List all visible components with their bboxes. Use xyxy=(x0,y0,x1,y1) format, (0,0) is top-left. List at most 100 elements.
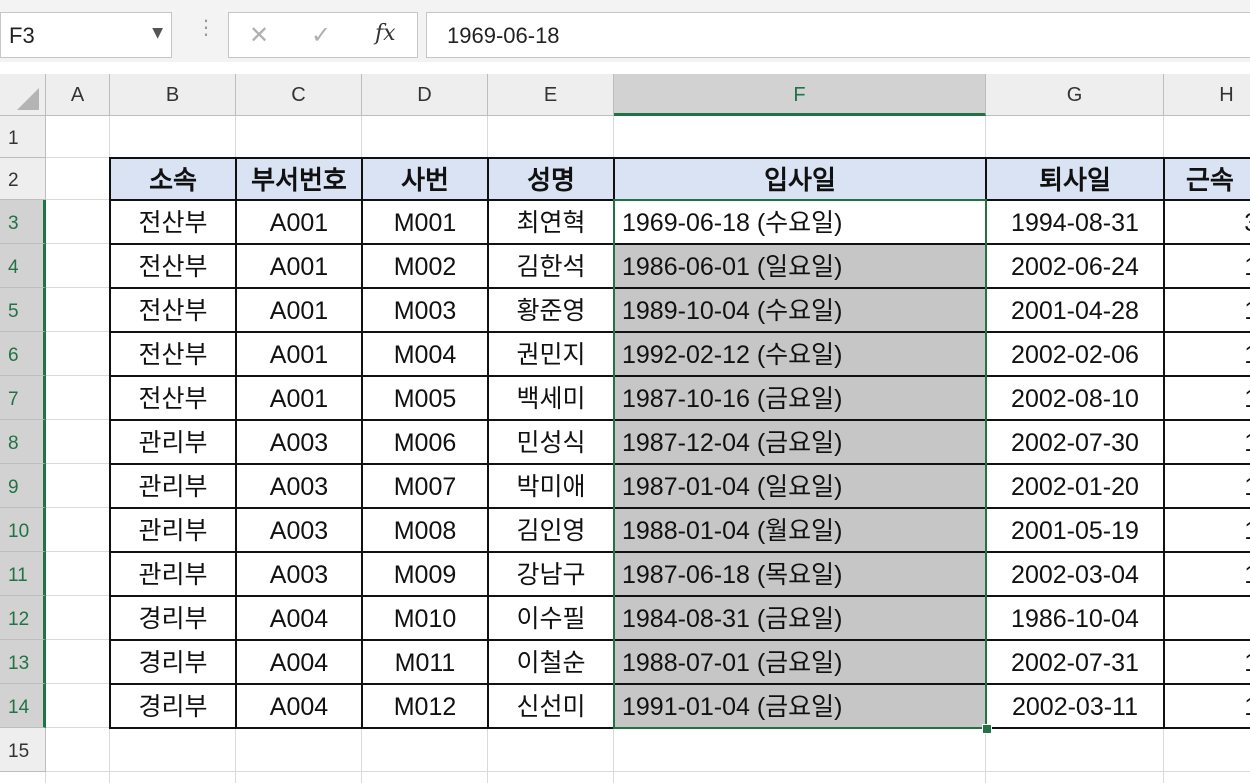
row-header-2[interactable]: 2 xyxy=(0,158,46,200)
table-cell[interactable]: 192 xyxy=(1164,244,1250,288)
table-cell[interactable]: A003 xyxy=(236,464,362,508)
table-cell[interactable]: 2002-06-24 xyxy=(986,244,1164,288)
table-cell[interactable]: 전산부 xyxy=(110,200,236,244)
table-cell[interactable]: 황준영 xyxy=(488,288,614,332)
row-header-11[interactable]: 11 xyxy=(0,552,46,596)
table-cell[interactable]: 1994-08-31 xyxy=(986,200,1164,244)
date-cell[interactable]: 1986-06-01 (일요일) xyxy=(614,244,986,288)
column-header-a[interactable]: A xyxy=(46,74,110,116)
column-header-d[interactable]: D xyxy=(362,74,488,116)
date-cell[interactable]: 1987-12-04 (금요일) xyxy=(614,420,986,464)
table-cell[interactable]: 177 xyxy=(1164,552,1250,596)
row-header-5[interactable]: 5 xyxy=(0,288,46,332)
table-cell[interactable]: 이수필 xyxy=(488,596,614,640)
date-cell[interactable]: 1989-10-04 (수요일) xyxy=(614,288,986,332)
table-cell[interactable]: M001 xyxy=(362,200,488,244)
row-header-10[interactable]: 10 xyxy=(0,508,46,552)
table-cell[interactable]: 2002-03-04 xyxy=(986,552,1164,596)
row-header-9[interactable]: 9 xyxy=(0,464,46,508)
table-cell[interactable]: 120 xyxy=(1164,332,1250,376)
table-cell[interactable]: 1986-10-04 xyxy=(986,596,1164,640)
table-cell[interactable]: 2002-02-06 xyxy=(986,332,1164,376)
table-cell[interactable]: 전산부 xyxy=(110,288,236,332)
table-cell[interactable]: 경리부 xyxy=(110,640,236,684)
date-cell[interactable]: 1984-08-31 (금요일) xyxy=(614,596,986,640)
table-cell[interactable]: M006 xyxy=(362,420,488,464)
table-cell[interactable]: M012 xyxy=(362,684,488,728)
table-header-cell[interactable]: 부서번호 xyxy=(236,158,362,200)
table-cell[interactable]: M004 xyxy=(362,332,488,376)
table-cell[interactable]: A003 xyxy=(236,552,362,596)
table-cell[interactable]: 2002-03-11 xyxy=(986,684,1164,728)
date-cell[interactable]: 1969-06-18 (수요일) xyxy=(614,200,986,244)
table-header-cell[interactable]: 성명 xyxy=(488,158,614,200)
row-header-1[interactable]: 1 xyxy=(0,116,46,158)
date-cell[interactable]: 1987-10-16 (금요일) xyxy=(614,376,986,420)
date-cell[interactable]: 1992-02-12 (수요일) xyxy=(614,332,986,376)
table-cell[interactable]: 2002-07-30 xyxy=(986,420,1164,464)
table-cell[interactable]: 이철순 xyxy=(488,640,614,684)
table-header-cell[interactable]: 소속 xyxy=(110,158,236,200)
table-cell[interactable]: M002 xyxy=(362,244,488,288)
table-cell[interactable]: M010 xyxy=(362,596,488,640)
row-header-14[interactable]: 14 xyxy=(0,684,46,728)
table-cell[interactable]: A001 xyxy=(236,244,362,288)
table-cell[interactable]: 26 xyxy=(1164,596,1250,640)
table-cell[interactable]: A003 xyxy=(236,508,362,552)
date-cell[interactable]: 1988-07-01 (금요일) xyxy=(614,640,986,684)
table-cell[interactable]: 관리부 xyxy=(110,420,236,464)
row-header-12[interactable]: 12 xyxy=(0,596,46,640)
table-cell[interactable]: A001 xyxy=(236,332,362,376)
fill-handle[interactable] xyxy=(982,724,992,734)
row-header-8[interactable]: 8 xyxy=(0,420,46,464)
table-cell[interactable]: M011 xyxy=(362,640,488,684)
table-cell[interactable]: 관리부 xyxy=(110,508,236,552)
table-cell[interactable]: A004 xyxy=(236,640,362,684)
table-cell[interactable]: 175 xyxy=(1164,420,1250,464)
table-cell[interactable]: A003 xyxy=(236,420,362,464)
table-cell[interactable]: M005 xyxy=(362,376,488,420)
table-cell[interactable]: 김인영 xyxy=(488,508,614,552)
table-cell[interactable]: 134 xyxy=(1164,684,1250,728)
check-icon[interactable]: ✓ xyxy=(311,21,331,49)
table-header-cell[interactable]: 근속 xyxy=(1164,158,1250,200)
column-header-c[interactable]: C xyxy=(236,74,362,116)
table-cell[interactable]: 강남구 xyxy=(488,552,614,596)
table-cell[interactable]: 백세미 xyxy=(488,376,614,420)
table-cell[interactable]: 168 xyxy=(1164,640,1250,684)
table-cell[interactable]: 160 xyxy=(1164,508,1250,552)
cancel-icon[interactable]: ✕ xyxy=(249,21,269,49)
row-header-6[interactable]: 6 xyxy=(0,332,46,376)
table-cell[interactable]: 경리부 xyxy=(110,684,236,728)
table-cell[interactable]: 민성식 xyxy=(488,420,614,464)
table-header-cell[interactable]: 퇴사일 xyxy=(986,158,1164,200)
table-cell[interactable]: A001 xyxy=(236,376,362,420)
insert-function-icon[interactable]: fx xyxy=(375,21,396,46)
table-cell[interactable]: M009 xyxy=(362,552,488,596)
table-cell[interactable]: A004 xyxy=(236,684,362,728)
table-cell[interactable]: A001 xyxy=(236,288,362,332)
table-cell[interactable]: M003 xyxy=(362,288,488,332)
table-cell[interactable]: 178 xyxy=(1164,376,1250,420)
table-header-cell[interactable]: 입사일 xyxy=(614,158,986,200)
column-header-b[interactable]: B xyxy=(110,74,236,116)
table-cell[interactable]: A001 xyxy=(236,200,362,244)
table-cell[interactable]: 2002-08-10 xyxy=(986,376,1164,420)
row-header-13[interactable]: 13 xyxy=(0,640,46,684)
table-cell[interactable]: A004 xyxy=(236,596,362,640)
table-cell[interactable]: 전산부 xyxy=(110,376,236,420)
table-cell[interactable]: 신선미 xyxy=(488,684,614,728)
date-cell[interactable]: 1988-01-04 (월요일) xyxy=(614,508,986,552)
table-cell[interactable]: 관리부 xyxy=(110,552,236,596)
row-header-7[interactable]: 7 xyxy=(0,376,46,420)
column-header-e[interactable]: E xyxy=(488,74,614,116)
table-cell[interactable]: M008 xyxy=(362,508,488,552)
row-header-15[interactable]: 15 xyxy=(0,728,46,772)
table-cell[interactable]: 2001-05-19 xyxy=(986,508,1164,552)
table-cell[interactable]: 박미애 xyxy=(488,464,614,508)
table-cell[interactable]: 2001-04-28 xyxy=(986,288,1164,332)
date-cell[interactable]: 1987-06-18 (목요일) xyxy=(614,552,986,596)
table-cell[interactable]: 전산부 xyxy=(110,244,236,288)
formula-input[interactable]: 1969-06-18 xyxy=(426,12,1250,58)
date-cell[interactable]: 1991-01-04 (금요일) xyxy=(614,684,986,728)
